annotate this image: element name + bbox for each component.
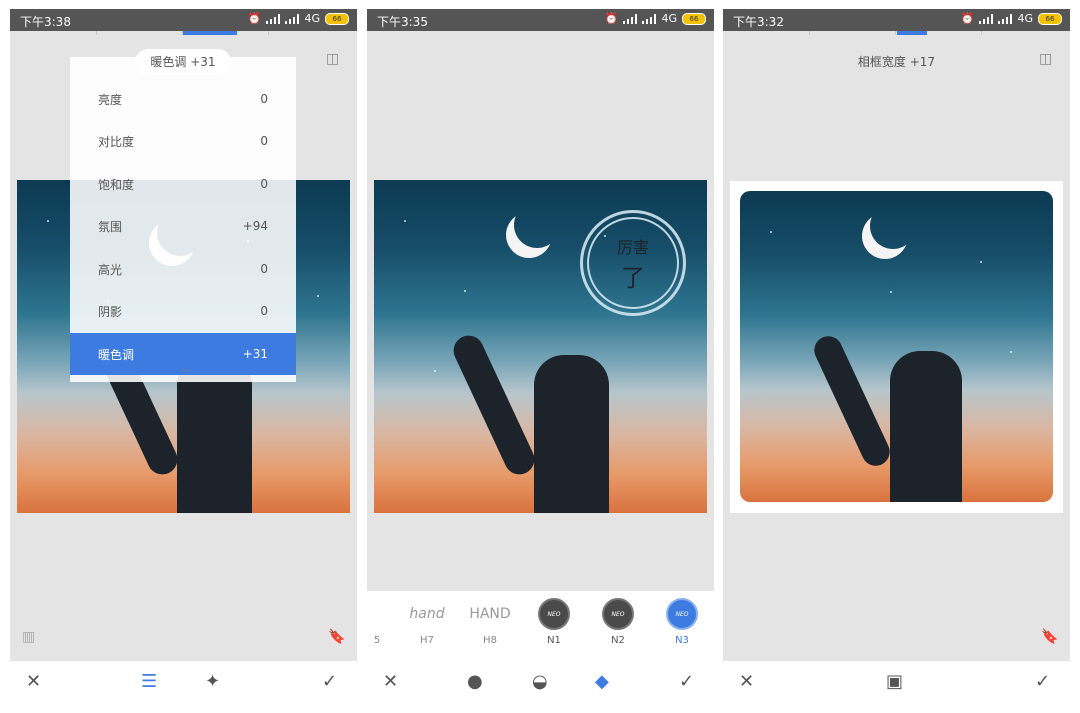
style-item[interactable]: hand H7 bbox=[402, 599, 452, 646]
style-item[interactable]: HAND H8 bbox=[465, 599, 515, 646]
battery-icon: 66 bbox=[682, 12, 706, 25]
network-type: 4G bbox=[661, 12, 677, 25]
menu-item-highlights[interactable]: 高光 0 bbox=[70, 248, 296, 290]
text-stamp[interactable]: 厉害 了 bbox=[580, 210, 686, 316]
style-item[interactable]: 5 bbox=[367, 599, 402, 646]
frame-border bbox=[730, 181, 1063, 513]
battery-icon: 66 bbox=[325, 12, 349, 25]
style-item[interactable]: NEO N2 bbox=[593, 598, 643, 646]
network-type: 4G bbox=[304, 12, 320, 25]
silhouette bbox=[890, 351, 962, 502]
close-icon[interactable]: ✕ bbox=[26, 671, 41, 692]
menu-item-brightness[interactable]: 亮度 0 bbox=[70, 78, 296, 120]
frame-width-label: 相框宽度 +17 bbox=[857, 55, 936, 69]
menu-item-shadows[interactable]: 阴影 0 bbox=[70, 290, 296, 332]
alarm-icon: ⏰ bbox=[604, 12, 619, 25]
tune-icon[interactable]: ☰ bbox=[141, 671, 157, 692]
network-type: 4G bbox=[1017, 12, 1033, 25]
close-icon[interactable]: ✕ bbox=[739, 671, 754, 692]
signal-icon bbox=[285, 13, 300, 24]
chevron-down-icon[interactable]: ﹀ bbox=[180, 365, 190, 380]
stamp-text-bottom: 了 bbox=[621, 263, 645, 292]
check-icon[interactable]: ✓ bbox=[322, 671, 337, 692]
silhouette bbox=[534, 355, 609, 513]
status-time: 下午3:35 bbox=[377, 15, 428, 29]
status-bar: 下午3:32 ⏰ 4G 66 bbox=[723, 9, 1070, 31]
check-icon[interactable]: ✓ bbox=[1035, 671, 1050, 692]
close-icon[interactable]: ✕ bbox=[383, 671, 398, 692]
magic-wand-icon[interactable]: ✦ bbox=[205, 671, 220, 692]
signal-icon bbox=[266, 13, 281, 24]
menu-item-ambiance[interactable]: 氛围 +94 bbox=[70, 205, 296, 247]
alarm-icon: ⏰ bbox=[247, 12, 262, 25]
status-bar: 下午3:38 ⏰ 4G 66 bbox=[10, 9, 357, 31]
histogram-icon[interactable]: ▥ bbox=[22, 629, 35, 645]
stamp-text-top: 厉害 bbox=[616, 237, 649, 257]
frame-icon[interactable]: ▣ bbox=[886, 671, 903, 692]
style-picker: 5 hand H7 HAND H8 NEO N1 NEO N2 NEO N3 bbox=[367, 591, 714, 661]
bookmark-icon[interactable]: 🔖 bbox=[1041, 629, 1058, 645]
adjust-slider-track[interactable] bbox=[10, 31, 357, 41]
signal-icon bbox=[998, 13, 1013, 24]
compare-icon[interactable]: ◫ bbox=[1039, 51, 1052, 67]
alarm-icon: ⏰ bbox=[960, 12, 975, 25]
bottom-toolbar: ✕ ☰ ✦ ✓ bbox=[10, 661, 357, 707]
compare-icon[interactable]: ◫ bbox=[326, 51, 339, 67]
signal-icon bbox=[979, 13, 994, 24]
signal-icon bbox=[642, 13, 657, 24]
phone-screen-adjust: 下午3:38 ⏰ 4G 66 ◫ 亮度 0 对比度 0 饱和度 0 氛围 +94 高光 0… bbox=[10, 9, 357, 707]
phone-screen-text-style: 下午3:35 ⏰ 4G 66 厉害 了 5 hand H7 HAND H8 NE… bbox=[367, 9, 714, 707]
menu-item-saturation[interactable]: 饱和度 0 bbox=[70, 163, 296, 205]
signal-icon bbox=[623, 13, 638, 24]
status-time: 下午3:32 bbox=[733, 15, 784, 29]
bottom-toolbar: ✕ ● ◒ ◆ ✓ bbox=[367, 661, 714, 707]
menu-item-contrast[interactable]: 对比度 0 bbox=[70, 120, 296, 162]
frame-slider-track[interactable] bbox=[723, 31, 1070, 41]
status-bar: 下午3:35 ⏰ 4G 66 bbox=[367, 9, 714, 31]
battery-icon: 66 bbox=[1038, 12, 1062, 25]
palette-icon[interactable]: ● bbox=[467, 671, 483, 692]
adjust-menu: 亮度 0 对比度 0 饱和度 0 氛围 +94 高光 0 阴影 0 暖色调 +31 bbox=[70, 57, 296, 382]
moon-icon bbox=[870, 203, 916, 249]
status-time: 下午3:38 bbox=[20, 15, 71, 29]
moon-icon bbox=[514, 202, 560, 248]
bookmark-icon[interactable]: 🔖 bbox=[328, 629, 345, 645]
phone-screen-frame: 下午3:32 ⏰ 4G 66 相框宽度 +17 ◫ 🔖 ✕ ▣ ✓ bbox=[723, 9, 1070, 707]
check-icon[interactable]: ✓ bbox=[679, 671, 694, 692]
style-icon[interactable]: ◆ bbox=[595, 671, 609, 692]
drop-icon[interactable]: ◒ bbox=[532, 671, 548, 692]
style-item[interactable]: NEO N1 bbox=[529, 598, 579, 646]
photo-preview[interactable] bbox=[740, 191, 1053, 502]
bottom-toolbar: ✕ ▣ ✓ bbox=[723, 661, 1070, 707]
style-item-active[interactable]: NEO N3 bbox=[657, 598, 707, 646]
adjust-value-label: 暖色调 +31 bbox=[135, 49, 231, 75]
